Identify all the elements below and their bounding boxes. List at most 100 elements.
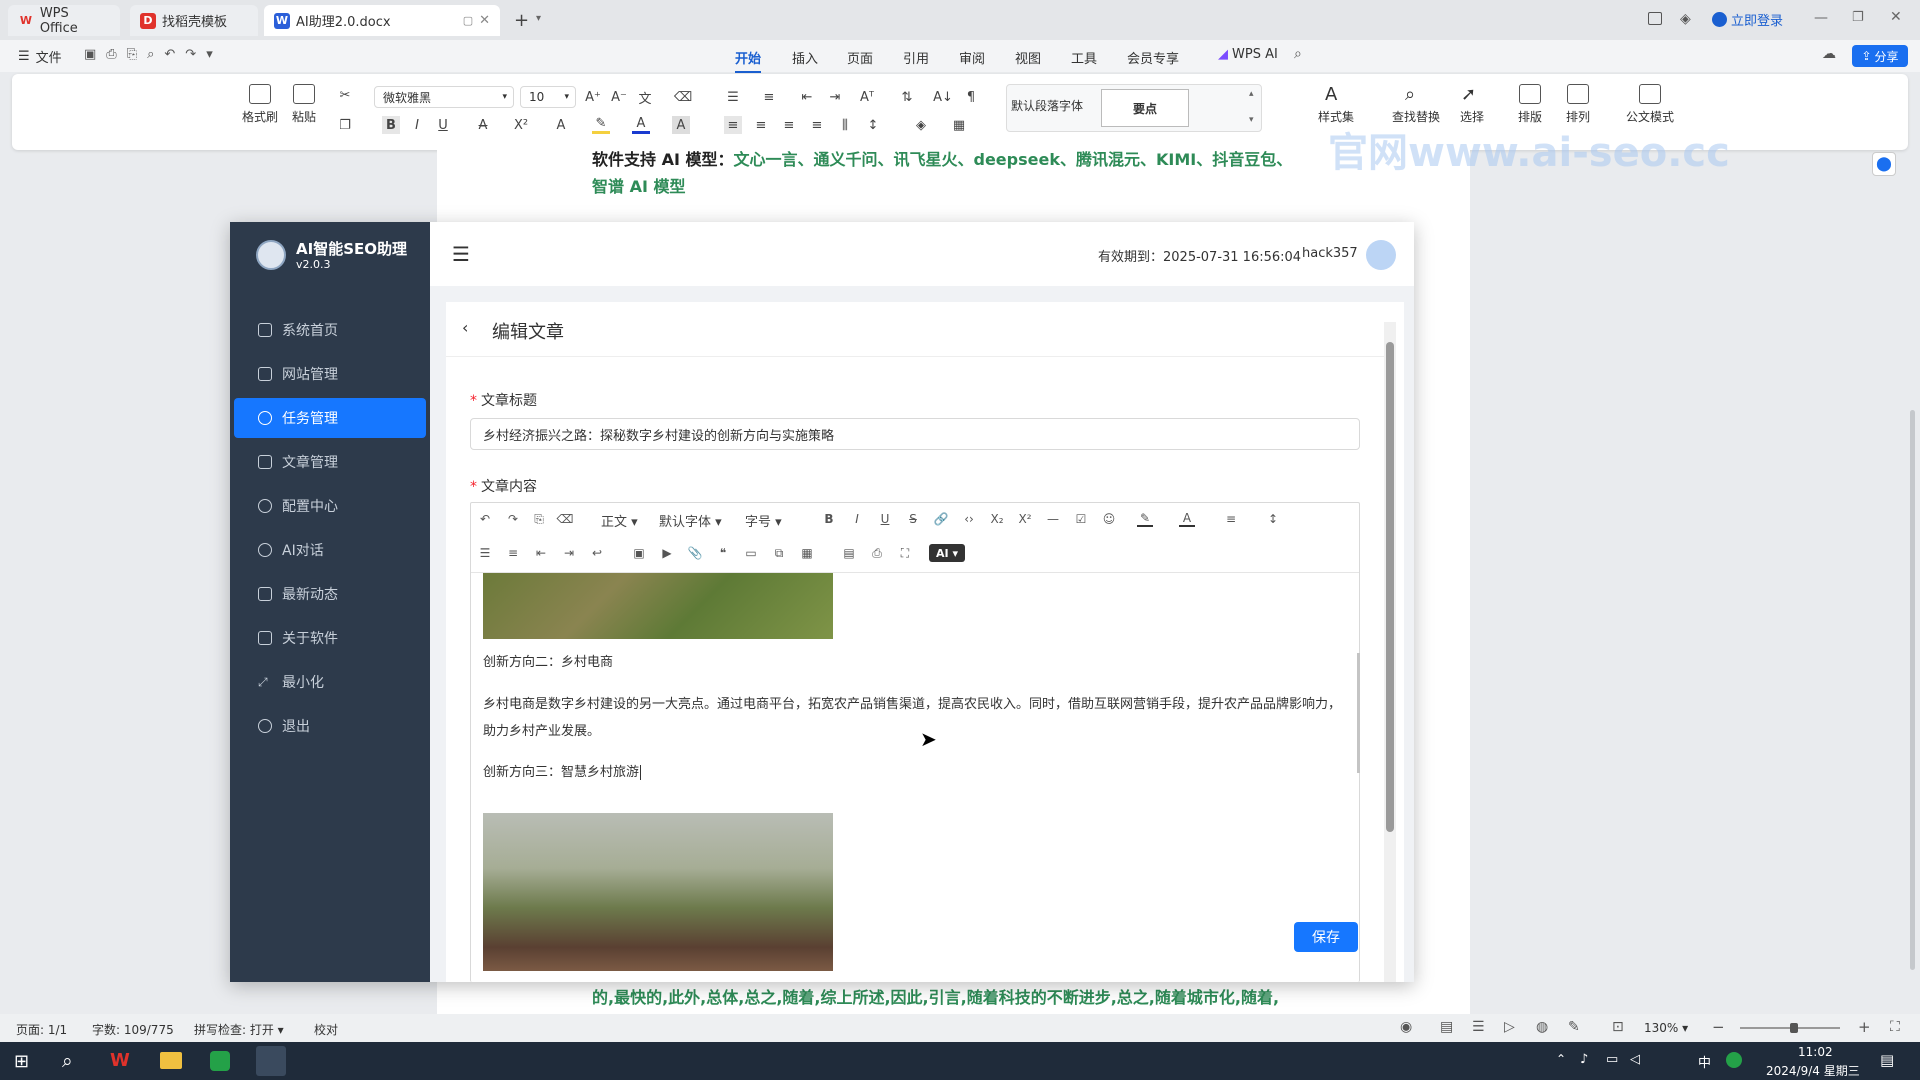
web-view-icon[interactable]: ◍ (1536, 1019, 1548, 1035)
back-arrow-icon[interactable]: ‹ (462, 318, 468, 337)
zoom-select[interactable]: 130% ▾ (1644, 1021, 1688, 1035)
italic-icon[interactable]: I (408, 116, 426, 134)
sidebar-item-articles[interactable]: 文章管理 (234, 442, 426, 482)
clear-format-icon[interactable]: ⌫ (674, 88, 692, 106)
sidebar-item-sites[interactable]: 网站管理 (234, 354, 426, 394)
menu-reference[interactable]: 引用 (903, 48, 929, 67)
wrap-icon[interactable]: ↩ (589, 545, 605, 561)
zoom-slider-handle[interactable] (1790, 1023, 1798, 1033)
fit-page-icon[interactable]: ⊡ (1612, 1019, 1624, 1035)
quote-icon[interactable]: ❝ (715, 545, 731, 561)
save-icon[interactable]: ▣ (84, 47, 96, 62)
restore-window-icon[interactable]: ❐ (1852, 10, 1864, 25)
eraser-icon[interactable]: ⌫ (557, 511, 574, 527)
green-app-icon[interactable] (210, 1051, 230, 1071)
clock-date[interactable]: 2024/9/4 星期三 (1766, 1062, 1860, 1079)
increase-indent-icon[interactable]: ⇥ (826, 88, 844, 106)
border-icon[interactable]: ▦ (950, 116, 968, 134)
show-marks-icon[interactable]: ¶ (962, 88, 980, 106)
more-dropdown-icon[interactable]: ▾ (206, 47, 213, 62)
article-title-input[interactable]: 乡村经济振兴之路：探秘数字乡村建设的创新方向与实施策略 (470, 418, 1360, 450)
sidebar-item-ai-chat[interactable]: AI对话 (234, 530, 426, 570)
font-family-select[interactable]: 默认字体 ▾ (659, 511, 722, 530)
underline-icon[interactable]: U (434, 116, 452, 134)
underline-icon[interactable]: U (877, 511, 893, 527)
play-icon[interactable]: ▷ (1504, 1019, 1515, 1035)
preview-icon[interactable]: ▤ (841, 545, 857, 561)
spell-check-toggle[interactable]: 拼写检查: 打开 ▾ (194, 1021, 284, 1038)
line-height-icon[interactable]: ↕ (1265, 511, 1281, 527)
layout-icon[interactable] (1648, 12, 1662, 25)
sidebar-item-news[interactable]: 最新动态 (234, 574, 426, 614)
official-mode-button[interactable]: 公文模式 (1626, 84, 1674, 125)
file-explorer-icon[interactable] (160, 1052, 182, 1069)
grow-font-icon[interactable]: A⁺ (584, 88, 602, 106)
sidebar-item-minimize[interactable]: ⤢ 最小化 (234, 662, 426, 702)
format-painter-button[interactable]: 格式刷 (242, 84, 278, 125)
content-paragraph-2[interactable]: 乡村电商是数字乡村建设的另一大亮点。通过电商平台，拓宽农产品销售渠道，提高农民收… (483, 691, 1347, 745)
emoji-icon[interactable]: ☺ (1101, 511, 1117, 527)
italic-icon[interactable]: I (849, 511, 865, 527)
char-shading-icon[interactable]: A (672, 116, 690, 134)
windows-start-icon[interactable]: ⊞ (14, 1051, 29, 1072)
cut-icon[interactable]: ✂ (336, 86, 354, 104)
paragraph-style-select[interactable]: 正文 ▾ (601, 511, 638, 530)
decrease-indent-icon[interactable]: ⇤ (798, 88, 816, 106)
menu-page[interactable]: 页面 (847, 48, 873, 67)
close-window-icon[interactable]: ✕ (1890, 9, 1902, 25)
wps-ai-button[interactable]: ◢ WPS AI (1218, 47, 1278, 62)
seo-assistant-taskbar-icon[interactable] (256, 1046, 286, 1076)
zoom-in-icon[interactable]: + (1858, 1018, 1871, 1036)
zoom-out-icon[interactable]: − (1712, 1018, 1725, 1036)
card-scrollbar-thumb[interactable] (1386, 342, 1394, 832)
align-icon[interactable]: ≡ (1223, 511, 1239, 527)
ime-logo-icon[interactable] (1726, 1052, 1742, 1068)
horizontal-rule-icon[interactable]: — (1045, 511, 1061, 527)
microphone-icon[interactable]: ♪ (1580, 1052, 1588, 1067)
sidebar-item-config[interactable]: 配置中心 (234, 486, 426, 526)
select-button[interactable]: ➚ 选择 (1460, 84, 1484, 125)
volume-icon[interactable]: ◁ (1630, 1052, 1640, 1067)
text-effect-icon[interactable]: A (552, 116, 570, 134)
redo-icon[interactable]: ↷ (185, 47, 196, 62)
strikethrough-icon[interactable]: S (905, 511, 921, 527)
tab-close-icon[interactable]: ✕ (479, 13, 490, 28)
redo-icon[interactable]: ↷ (505, 511, 521, 527)
bold-icon[interactable]: B (821, 511, 837, 527)
menu-toggle-icon[interactable]: ☰ (452, 242, 470, 266)
sort-az-icon[interactable]: A↓ (933, 88, 953, 106)
checkbox-icon[interactable]: ☑ (1073, 511, 1089, 527)
highlight-icon[interactable]: ✎ (592, 116, 610, 134)
sidebar-item-about[interactable]: 关于软件 (234, 618, 426, 658)
shrink-font-icon[interactable]: A⁻ (610, 88, 628, 106)
block-icon[interactable]: ▭ (743, 545, 759, 561)
share-button[interactable]: ⇪ 分享 (1852, 45, 1908, 67)
outline-view-icon[interactable]: ☰ (1472, 1019, 1485, 1035)
eye-icon[interactable]: ◉ (1400, 1019, 1412, 1035)
font-color-icon[interactable]: A (632, 116, 650, 134)
link-icon[interactable]: 🔗 (933, 511, 949, 527)
proofread-button[interactable]: 校对 (314, 1021, 338, 1038)
arrange-button[interactable]: 排列 (1566, 84, 1590, 125)
content-image-1[interactable] (483, 573, 833, 639)
cloud-icon[interactable]: ☁ (1822, 46, 1836, 62)
tab-wps-office[interactable]: W WPS Office (8, 5, 120, 36)
sidebar-item-tasks[interactable]: 任务管理 (234, 398, 426, 438)
tab-document[interactable]: W AI助理2.0.docx ▢ ✕ (264, 5, 500, 36)
template-icon[interactable]: ⧉ (771, 545, 787, 561)
content-image-2[interactable] (483, 813, 833, 971)
content-heading-2[interactable]: 创新方向二：乡村电商 (483, 649, 613, 676)
text-color-icon[interactable]: A (1179, 511, 1195, 527)
outdent-icon[interactable]: ⇤ (533, 545, 549, 561)
highlight-color-icon[interactable]: ✎ (1137, 511, 1153, 527)
login-button[interactable]: 立即登录 (1712, 10, 1783, 29)
indent-icon[interactable]: ⇥ (561, 545, 577, 561)
font-size-select[interactable]: 字号 ▾ (745, 511, 782, 530)
format-brush-icon[interactable]: ⎘ (531, 511, 547, 527)
sidebar-item-home[interactable]: 系统首页 (234, 310, 426, 350)
export-icon[interactable]: ⎙ (106, 47, 116, 62)
tab-dropdown-icon[interactable]: ▾ (536, 13, 541, 24)
attachment-icon[interactable]: 📎 (687, 545, 703, 561)
menu-member[interactable]: 会员专享 (1127, 48, 1179, 67)
distribute-icon[interactable]: ⫼ (836, 116, 854, 134)
